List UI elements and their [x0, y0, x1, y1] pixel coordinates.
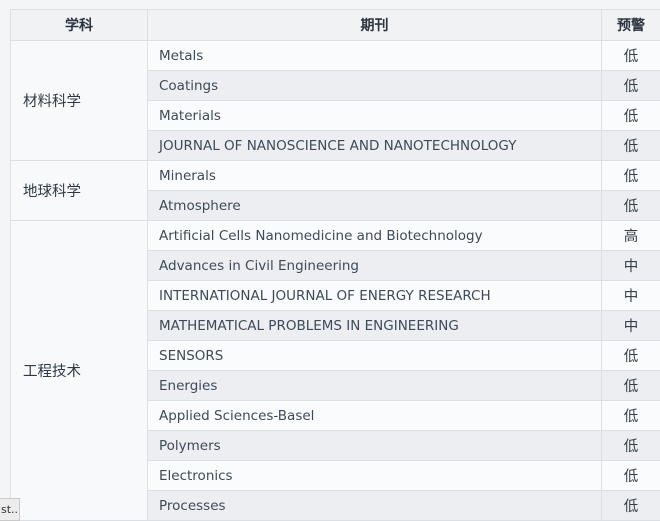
warning-level-cell: 低 [601, 130, 660, 161]
warning-level-cell: 中 [601, 280, 660, 311]
journal-cell: Minerals [147, 160, 602, 191]
subject-cell: 材料科学 [10, 40, 148, 161]
journal-cell: Applied Sciences-Basel [147, 400, 602, 431]
warning-level-cell: 低 [601, 400, 660, 431]
table-row: 地球科学 Minerals 低 [10, 160, 660, 221]
warning-level-cell: 低 [601, 40, 660, 71]
warning-level-cell: 中 [601, 250, 660, 281]
warning-level-cell: 低 [601, 490, 660, 521]
journal-cell: Electronics [147, 460, 602, 491]
journal-cell: Metals [147, 40, 602, 71]
journal-cell: MATHEMATICAL PROBLEMS IN ENGINEERING [147, 310, 602, 341]
journal-cell: Atmosphere [147, 190, 602, 221]
warning-level-cell: 低 [601, 70, 660, 101]
journal-cell: Processes [147, 490, 602, 521]
warning-level-cell: 低 [601, 190, 660, 221]
warning-level-cell: 低 [601, 160, 660, 191]
table-header-row: 学科 期刊 预警 [10, 9, 660, 41]
journal-warning-table: 学科 期刊 预警 材料科学 Metals 低 Coatings 低 Materi… [10, 9, 660, 521]
warning-level-cell: 低 [601, 460, 660, 491]
warning-level-cell: 低 [601, 370, 660, 401]
header-journal: 期刊 [147, 9, 602, 41]
warning-level-cell: 中 [601, 310, 660, 341]
header-subject: 学科 [10, 9, 148, 41]
tooltip-popup: st... [0, 498, 20, 521]
journal-cell: JOURNAL OF NANOSCIENCE AND NANOTECHNOLOG… [147, 130, 602, 161]
journal-cell: Artificial Cells Nanomedicine and Biotec… [147, 220, 602, 251]
table-row: 工程技术 Artificial Cells Nanomedicine and B… [10, 220, 660, 521]
journal-cell: Polymers [147, 430, 602, 461]
table-row: 材料科学 Metals 低 [10, 40, 660, 161]
header-warning: 预警 [601, 9, 660, 41]
journal-cell: Coatings [147, 70, 602, 101]
journal-cell: SENSORS [147, 340, 602, 371]
journal-cell: Advances in Civil Engineering [147, 250, 602, 281]
journal-cell: Materials [147, 100, 602, 131]
warning-level-cell: 低 [601, 430, 660, 461]
warning-level-cell: 低 [601, 100, 660, 131]
journal-cell: INTERNATIONAL JOURNAL OF ENERGY RESEARCH [147, 280, 602, 311]
subject-cell: 地球科学 [10, 160, 148, 221]
warning-level-cell: 低 [601, 340, 660, 371]
journal-cell: Energies [147, 370, 602, 401]
subject-cell: 工程技术 [10, 220, 148, 521]
page: 学科 期刊 预警 材料科学 Metals 低 Coatings 低 Materi… [0, 0, 660, 521]
warning-level-cell: 高 [601, 220, 660, 251]
